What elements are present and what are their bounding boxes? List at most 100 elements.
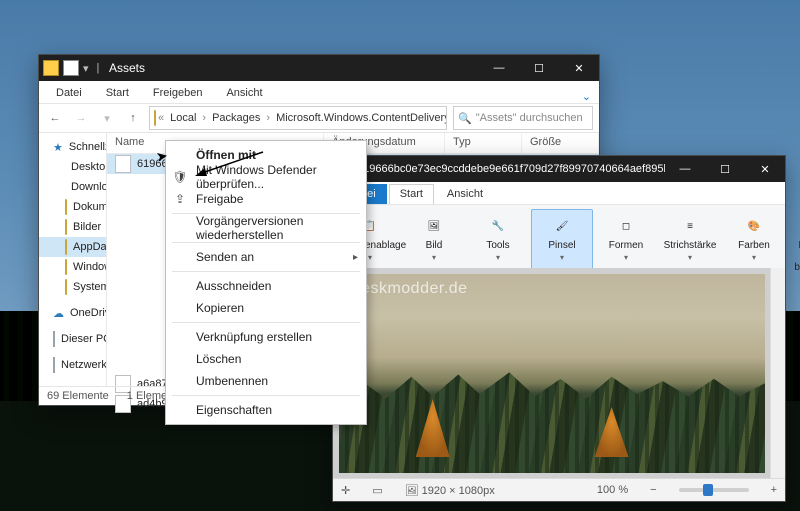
selection-icon: ▭ bbox=[372, 484, 382, 497]
zoom-value: 100 % bbox=[597, 484, 628, 496]
cloud-icon: ☁ bbox=[53, 307, 64, 320]
tab-datei[interactable]: Datei bbox=[45, 83, 93, 103]
minimize-button[interactable]: ― bbox=[665, 156, 705, 182]
menu-item[interactable]: Eigenschaften bbox=[166, 399, 366, 421]
zoom-in-button[interactable]: + bbox=[771, 484, 777, 496]
menu-item[interactable]: Kopieren bbox=[166, 297, 366, 319]
sidebar-quick-access[interactable]: ★Schnellzugriff bbox=[39, 137, 106, 157]
menu-item[interactable]: Senden an bbox=[166, 246, 366, 268]
explorer-sidebar: ★Schnellzugriff Desktop📌 Downloads📌 Doku… bbox=[39, 133, 107, 387]
image-trees bbox=[339, 364, 765, 473]
tab-ansicht[interactable]: Ansicht bbox=[215, 83, 273, 103]
close-button[interactable]: ✕ bbox=[745, 156, 785, 182]
ribbon-expand-button[interactable]: ⌄ bbox=[574, 90, 599, 103]
minimize-button[interactable]: ― bbox=[479, 55, 519, 81]
mouse-cursor: ➤ bbox=[155, 147, 170, 166]
tab-freigeben[interactable]: Freigeben bbox=[142, 83, 214, 103]
nav-up[interactable]: ↑ bbox=[123, 108, 143, 128]
pc-icon bbox=[53, 331, 55, 347]
zoom-out-button[interactable]: − bbox=[650, 484, 656, 496]
ribbon-pinsel[interactable]: 🖌Pinsel▾ bbox=[531, 209, 593, 277]
sidebar-item-system32[interactable]: System32📌 bbox=[39, 277, 106, 297]
explorer-titlebar[interactable]: ▾ | Assets ― ☐ ✕ bbox=[39, 55, 599, 81]
paint-window: 🎨 619666bc0e73ec9ccddebe9e661f709d27f899… bbox=[332, 155, 786, 502]
sidebar-onedrive[interactable]: ☁OneDrive bbox=[39, 303, 106, 323]
crumb[interactable]: Packages bbox=[208, 112, 264, 124]
sidebar-network[interactable]: Netzwerk bbox=[39, 355, 106, 375]
quick-access-toolbar: ▾ | bbox=[39, 55, 103, 81]
tab-ansicht[interactable]: Ansicht bbox=[436, 184, 494, 204]
folder-icon bbox=[65, 279, 67, 295]
search-icon: 🔍 bbox=[458, 112, 472, 125]
address-bar[interactable]: « Local› Packages› Microsoft.Windows.Con… bbox=[149, 106, 447, 130]
menu-icon: ⇪ bbox=[172, 192, 188, 206]
maximize-button[interactable]: ☐ bbox=[519, 55, 559, 81]
sidebar-item-documents[interactable]: Dokumente📌 bbox=[39, 197, 106, 217]
ribbon-icon: 🖼 bbox=[422, 214, 446, 238]
ribbon-icon: 🔧 bbox=[486, 214, 510, 238]
sidebar-item-downloads[interactable]: Downloads📌 bbox=[39, 177, 106, 197]
ribbon-icon: 🖌 bbox=[550, 214, 574, 238]
ribbon-tools[interactable]: 🔧Tools▾ bbox=[467, 209, 529, 277]
annotation-arrow bbox=[195, 150, 265, 180]
paint-titlebar[interactable]: 🎨 619666bc0e73ec9ccddebe9e661f709d27f899… bbox=[333, 156, 785, 182]
context-menu: Öffnen mit🛡Mit Windows Defender überprüf… bbox=[165, 140, 367, 425]
zoom-slider[interactable] bbox=[679, 488, 749, 492]
ribbon-strichstärke[interactable]: ≡Strichstärke▾ bbox=[659, 209, 721, 277]
ribbon-farben[interactable]: 🎨Farben▾ bbox=[723, 209, 785, 277]
file-icon bbox=[115, 155, 131, 173]
nav-back[interactable]: ← bbox=[45, 108, 65, 128]
qat-separator: | bbox=[93, 62, 100, 74]
menu-item[interactable]: ⇪Freigabe bbox=[166, 188, 366, 210]
paint-ribbon-tabs: Datei Start Ansicht bbox=[333, 182, 785, 205]
cursor-pos-icon: ✛ bbox=[341, 484, 350, 497]
menu-item[interactable]: Ausschneiden bbox=[166, 275, 366, 297]
network-icon bbox=[53, 357, 55, 373]
menu-item[interactable]: Löschen bbox=[166, 348, 366, 370]
folder-icon bbox=[43, 60, 59, 76]
sidebar-item-windows[interactable]: Windows📌 bbox=[39, 257, 106, 277]
menu-item[interactable]: Umbenennen bbox=[166, 370, 366, 392]
crumb[interactable]: Microsoft.Windows.ContentDeliveryManager… bbox=[272, 112, 447, 124]
sidebar-item-desktop[interactable]: Desktop📌 bbox=[39, 157, 106, 177]
tab-start[interactable]: Start bbox=[95, 83, 140, 103]
ribbon-mit-paint-3d-bearbeiten[interactable]: 🅿Mit Paint 3D bearbeiten bbox=[787, 209, 800, 277]
col-size[interactable]: Größe bbox=[522, 133, 599, 153]
search-input[interactable]: 🔍 "Assets" durchsuchen bbox=[453, 106, 593, 130]
star-icon: ★ bbox=[53, 141, 63, 154]
address-row: ← → ▾ ↑ « Local› Packages› Microsoft.Win… bbox=[39, 104, 599, 133]
nav-forward[interactable]: → bbox=[71, 108, 91, 128]
nav-recent[interactable]: ▾ bbox=[97, 108, 117, 128]
maximize-button[interactable]: ☐ bbox=[705, 156, 745, 182]
folder-icon bbox=[65, 259, 67, 275]
search-placeholder: "Assets" durchsuchen bbox=[472, 112, 583, 124]
col-type[interactable]: Typ bbox=[445, 133, 522, 153]
qat-dropdown[interactable]: ▾ bbox=[83, 62, 89, 75]
folder-icon bbox=[65, 199, 67, 215]
folder-icon bbox=[65, 219, 67, 235]
ribbon-icon: ≡ bbox=[678, 214, 702, 238]
qat-button[interactable] bbox=[63, 60, 79, 76]
explorer-ribbon-tabs: Datei Start Freigeben Ansicht ⌄ bbox=[39, 81, 599, 104]
ribbon-formen[interactable]: ◻Formen▾ bbox=[595, 209, 657, 277]
paint-canvas-area[interactable]: Deskmodder.de bbox=[333, 268, 771, 479]
folder-icon bbox=[65, 239, 67, 255]
tab-start[interactable]: Start bbox=[389, 184, 434, 204]
close-button[interactable]: ✕ bbox=[559, 55, 599, 81]
paint-title: 619666bc0e73ec9ccddebe9e661f709d27f89970… bbox=[355, 163, 665, 175]
sidebar-item-pictures[interactable]: Bilder📌 bbox=[39, 217, 106, 237]
menu-item[interactable]: Vorgängerversionen wiederherstellen bbox=[166, 217, 366, 239]
image-content: Deskmodder.de bbox=[339, 274, 765, 473]
paint-canvas[interactable]: Deskmodder.de bbox=[339, 274, 765, 473]
slider-thumb[interactable] bbox=[703, 484, 713, 496]
crumb[interactable]: Local bbox=[166, 112, 200, 124]
sidebar-this-pc[interactable]: Dieser PC bbox=[39, 329, 106, 349]
scrollbar-vertical[interactable] bbox=[770, 268, 785, 479]
ribbon-bild[interactable]: 🖼Bild▾ bbox=[403, 209, 465, 277]
menu-item[interactable]: Verknüpfung erstellen bbox=[166, 326, 366, 348]
status-count: 69 Elemente bbox=[47, 390, 109, 402]
menu-icon: 🛡 bbox=[172, 170, 188, 184]
window-title: Assets bbox=[39, 61, 479, 75]
ribbon-icon: ◻ bbox=[614, 214, 638, 238]
sidebar-item-appdata[interactable]: AppData📌 bbox=[39, 237, 106, 257]
